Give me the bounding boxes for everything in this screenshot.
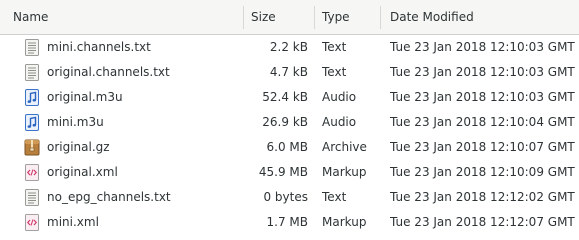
file-row[interactable]: original.channels.txt 4.7 kB Text Tue 23 Ja… bbox=[0, 60, 579, 85]
file-name: no_epg_channels.txt bbox=[47, 190, 171, 204]
file-type: Audio bbox=[322, 90, 357, 104]
file-size: 4.7 kB bbox=[269, 65, 308, 79]
file-type: Text bbox=[322, 190, 347, 204]
file-row[interactable]: mini.xml 1.7 MB Markup Tue 23 Jan 2018 12:1… bbox=[0, 210, 579, 235]
file-row[interactable]: no_epg_channels.txt 0 bytes Text Tue 23 Jan… bbox=[0, 185, 579, 210]
file-name: original.m3u bbox=[47, 90, 123, 104]
file-row[interactable]: mini.channels.txt 2.2 kB Text Tue 23 Jan 20… bbox=[0, 35, 579, 60]
file-size: 0 bytes bbox=[263, 190, 308, 204]
file-date-modified: Tue 23 Jan 2018 12:10:03 GMT bbox=[390, 65, 575, 79]
file-name: original.channels.txt bbox=[47, 65, 170, 79]
file-row[interactable]: mini.m3u 26.9 kB Audio Tue 23 Jan 2018 12:1… bbox=[0, 110, 579, 135]
file-date-modified: Tue 23 Jan 2018 12:10:03 GMT bbox=[390, 40, 575, 54]
file-size: 52.4 kB bbox=[262, 90, 308, 104]
file-row[interactable]: original.gz 6.0 MB Archive Tue 23 Jan 2018 … bbox=[0, 135, 579, 160]
file-row[interactable]: original.m3u 52.4 kB Audio Tue 23 Jan 2018 … bbox=[0, 85, 579, 110]
audio-file-icon bbox=[24, 114, 40, 131]
markup-file-icon bbox=[24, 214, 40, 231]
column-divider[interactable] bbox=[380, 6, 381, 29]
column-header-size[interactable]: Size bbox=[251, 0, 314, 34]
markup-file-icon bbox=[24, 164, 40, 181]
file-date-modified: Tue 23 Jan 2018 12:10:09 GMT bbox=[390, 165, 575, 179]
file-type: Text bbox=[322, 40, 347, 54]
file-date-modified: Tue 23 Jan 2018 12:10:03 GMT bbox=[390, 90, 575, 104]
file-type: Markup bbox=[322, 215, 367, 229]
file-date-modified: Tue 23 Jan 2018 12:12:07 GMT bbox=[390, 215, 575, 229]
column-divider[interactable] bbox=[314, 6, 315, 29]
file-size: 6.0 MB bbox=[266, 140, 308, 154]
column-header-date-modified[interactable]: Date Modified bbox=[390, 0, 575, 34]
file-name: original.gz bbox=[47, 140, 110, 154]
file-name: original.xml bbox=[47, 165, 118, 179]
file-name: mini.xml bbox=[47, 215, 99, 229]
text-file-icon bbox=[24, 64, 40, 81]
file-row[interactable]: original.xml 45.9 MB Markup Tue 23 Jan 2018… bbox=[0, 160, 579, 185]
audio-file-icon bbox=[24, 89, 40, 106]
file-type: Markup bbox=[322, 165, 367, 179]
text-file-icon bbox=[24, 39, 40, 56]
file-size: 2.2 kB bbox=[269, 40, 308, 54]
column-header-name[interactable]: Name bbox=[13, 0, 243, 34]
archive-file-icon bbox=[24, 139, 40, 156]
column-divider[interactable] bbox=[243, 6, 244, 29]
file-type: Text bbox=[322, 65, 347, 79]
file-date-modified: Tue 23 Jan 2018 12:10:07 GMT bbox=[390, 140, 575, 154]
file-date-modified: Tue 23 Jan 2018 12:12:02 GMT bbox=[390, 190, 575, 204]
text-file-icon bbox=[24, 189, 40, 206]
file-date-modified: Tue 23 Jan 2018 12:10:04 GMT bbox=[390, 115, 575, 129]
column-header-type[interactable]: Type bbox=[322, 0, 378, 34]
file-type: Audio bbox=[322, 115, 357, 129]
file-list: Name Size Type Date Modified mini.channe… bbox=[0, 0, 579, 240]
file-size: 45.9 MB bbox=[258, 165, 308, 179]
file-name: mini.channels.txt bbox=[47, 40, 151, 54]
column-header-bar: Name Size Type Date Modified bbox=[0, 0, 579, 35]
file-type: Archive bbox=[322, 140, 367, 154]
file-name: mini.m3u bbox=[47, 115, 104, 129]
file-size: 1.7 MB bbox=[266, 215, 308, 229]
file-size: 26.9 kB bbox=[262, 115, 308, 129]
